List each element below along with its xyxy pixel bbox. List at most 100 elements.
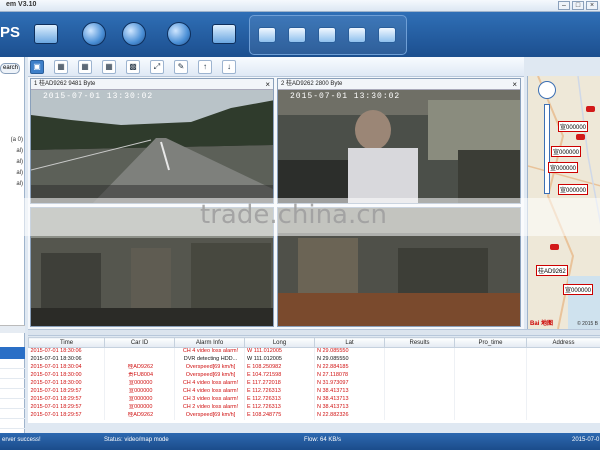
table-cell-long: W 111.012005 [244, 347, 315, 356]
alarm-grid: Time Car ID Alarm Info Long Lat Results … [28, 337, 600, 420]
alarm-table-body: 2015-07-01 18:30:06 CH 4 video loss alarm… [28, 347, 600, 420]
tree-item[interactable]: (a 0) [0, 135, 25, 146]
alarm-table: Time Car ID Alarm Info Long Lat Results … [28, 337, 600, 423]
speed-dial-button[interactable] [118, 18, 150, 50]
vehicle-marker[interactable] [576, 134, 585, 140]
vehicle-tag[interactable]: 宣000000 [548, 162, 579, 173]
list-item[interactable] [0, 369, 25, 379]
grid-view-button[interactable] [30, 18, 62, 50]
vehicle-marker[interactable] [550, 244, 559, 250]
vehicle-tag[interactable]: 宣000000 [558, 121, 589, 132]
map-button[interactable] [208, 18, 240, 50]
layout-1-button[interactable]: ▣ [30, 60, 44, 74]
list-item[interactable] [0, 359, 25, 369]
book-button[interactable] [378, 27, 396, 43]
search-button[interactable]: earch [0, 63, 20, 74]
table-cell-empty [454, 395, 527, 404]
list-item[interactable] [0, 419, 25, 429]
column-header[interactable]: Pro_time [454, 337, 527, 348]
close-button[interactable]: × [586, 1, 598, 10]
table-cell-empty [454, 403, 527, 412]
vehicle-marker[interactable] [586, 106, 595, 112]
tree-item[interactable]: al) [0, 179, 25, 190]
zoom-slider[interactable] [544, 104, 550, 194]
list-item[interactable] [0, 399, 25, 409]
table-row[interactable]: 2015-07-01 18:30:00 宣000000 CH 4 video los… [28, 379, 600, 388]
gauge-button[interactable] [163, 18, 195, 50]
tree-item[interactable]: al) [0, 168, 25, 179]
column-header[interactable]: Lat [314, 337, 385, 348]
layout-9-button[interactable]: ▩ [126, 60, 140, 74]
table-cell-car-id: 宣000000 [104, 403, 175, 412]
table-row[interactable]: 2015-07-01 18:29:57 宣000000 CH 3 video los… [28, 395, 600, 404]
table-row[interactable]: 2015-07-01 18:29:57 宣000000 CH 4 video los… [28, 387, 600, 396]
column-header[interactable]: Alarm Info [174, 337, 245, 348]
list-item[interactable] [0, 379, 25, 389]
fullscreen-icon: ⤢ [153, 62, 161, 71]
table-cell-time: 2015-07-01 18:29:57 [28, 411, 105, 420]
fullscreen-button[interactable]: ⤢ [150, 60, 164, 74]
vehicle-tag[interactable]: 桂AD9262 [536, 265, 568, 276]
table-cell-empty [384, 363, 455, 372]
table-cell-empty [526, 387, 600, 396]
car-button[interactable] [288, 27, 306, 43]
up-button[interactable]: ↑ [198, 60, 212, 74]
table-cell-time: 2015-07-01 18:29:57 [28, 403, 105, 412]
vehicle-tag[interactable]: 宣000000 [558, 184, 589, 195]
down-button[interactable]: ↓ [222, 60, 236, 74]
app-title: em V3.10 [6, 1, 37, 8]
video-toolbar: ▣ ▦ ▦ ▦ ▩ ⤢ ✎ ↑ ↓ [28, 57, 524, 77]
column-header[interactable]: Time [28, 337, 105, 348]
pan-control[interactable] [538, 81, 556, 99]
tree-scrollbar[interactable] [0, 325, 25, 333]
column-header[interactable]: Address [526, 337, 600, 348]
panel-splitter[interactable] [28, 329, 600, 336]
table-row[interactable]: 2015-07-01 18:30:00 贵FU8004 Overspeed[69 k… [28, 371, 600, 380]
layout-8-button[interactable]: ▦ [102, 60, 116, 74]
table-row[interactable]: 2015-07-01 18:30:04 桂AD9262 Overspeed[69 k… [28, 363, 600, 372]
tree-item[interactable]: al) [0, 157, 25, 168]
close-icon[interactable]: × [265, 79, 270, 90]
table-cell-long: E 112.726313 [244, 403, 315, 412]
table-row[interactable]: 2015-07-01 18:30:06 DVR detecting HDD... W… [28, 355, 600, 364]
selected-list-row[interactable] [0, 347, 25, 359]
column-header[interactable]: Results [384, 337, 455, 348]
layout-6-button[interactable]: ▦ [78, 60, 92, 74]
vehicle-tag[interactable]: 宣000000 [551, 146, 582, 157]
layout-4-button[interactable]: ▦ [54, 60, 68, 74]
monitor-button[interactable] [318, 27, 336, 43]
capture-button[interactable]: ✎ [174, 60, 188, 74]
camera-button[interactable] [78, 18, 110, 50]
column-header[interactable]: Long [244, 337, 315, 348]
maximize-button[interactable]: □ [572, 1, 584, 10]
map-panel[interactable]: 宣000000 宣000000 宣000000 宣000000 桂AD9262 … [527, 76, 600, 329]
table-row[interactable]: 2015-07-01 18:29:57 桂AD9262 Overspeed[69 k… [28, 411, 600, 420]
table-cell-empty [384, 371, 455, 380]
table-row[interactable]: 2015-07-01 18:29:57 宣000000 CH 2 video los… [28, 403, 600, 412]
gauge-icon [167, 22, 191, 46]
layout-1-icon: ▣ [33, 62, 41, 71]
list-item[interactable] [0, 389, 25, 399]
video-cell-1[interactable]: 1 桂AD9262 9481 Byte × 2015-07-01 13:30:02 [30, 78, 274, 204]
table-cell-empty [384, 395, 455, 404]
passenger-scene-image [278, 208, 520, 326]
close-icon[interactable]: × [512, 79, 517, 90]
tree-item[interactable]: al) [0, 146, 25, 157]
column-header[interactable]: Car ID [104, 337, 175, 348]
settings-button[interactable] [348, 27, 366, 43]
video-cell-4[interactable] [277, 207, 521, 327]
video-cell-2[interactable]: 2 桂AD9262 2800 Byte × 2015-07-01 13:30:02 [277, 78, 521, 204]
cabin-scene-image [31, 208, 273, 326]
table-cell-long: E 112.726313 [244, 387, 315, 396]
vehicle-tag[interactable]: 宣000000 [563, 284, 594, 295]
table-cell-long: E 117.272018 [244, 379, 315, 388]
status-bar: erver success! Status: video/map mode Fl… [0, 433, 600, 450]
video-cell-3[interactable] [30, 207, 274, 327]
table-row[interactable]: 2015-07-01 18:30:06 CH 4 video loss alarm… [28, 347, 600, 356]
down-icon: ↓ [227, 62, 231, 71]
minimize-button[interactable]: – [558, 1, 570, 10]
list-item[interactable] [0, 409, 25, 419]
title-bar: em V3.10 – □ × [0, 0, 600, 12]
home-button[interactable] [258, 27, 276, 43]
video-cell-title: 2 桂AD9262 2800 Byte [281, 81, 343, 87]
